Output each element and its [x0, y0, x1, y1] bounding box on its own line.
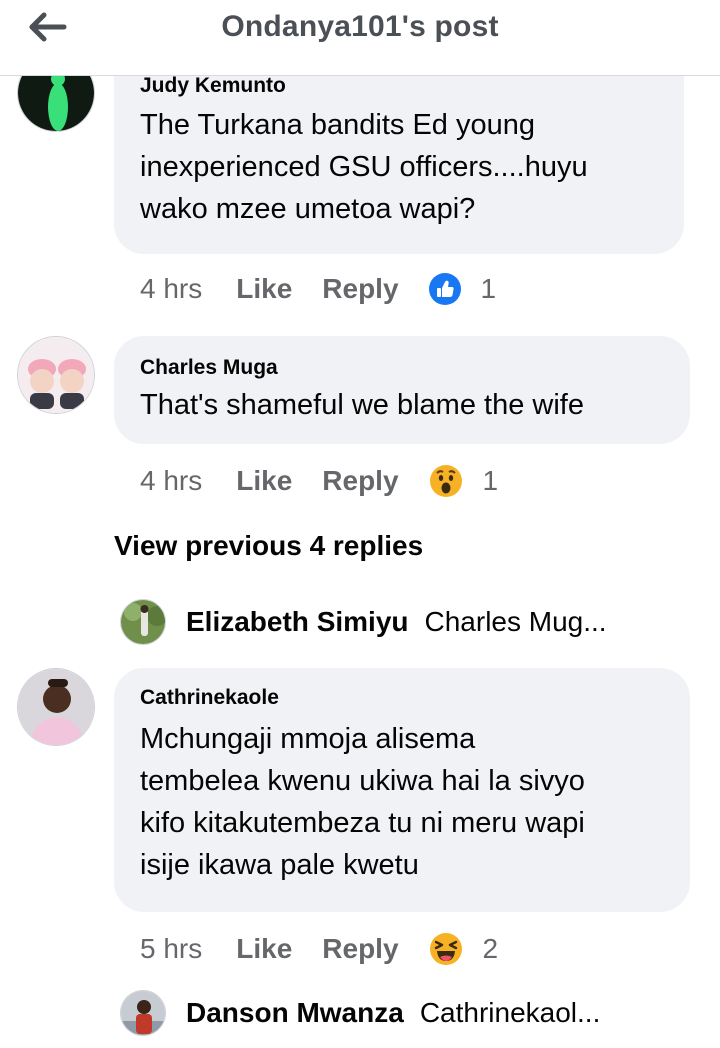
reply-preview-row[interactable]: Danson Mwanza Cathrinekaol...	[120, 989, 600, 1037]
reply-button[interactable]: Reply	[322, 933, 398, 965]
comment-text: That's shameful we blame the wife	[140, 389, 584, 421]
page-title: Ondanya101's post	[221, 10, 499, 43]
comment-time[interactable]: 4 hrs	[140, 273, 202, 305]
wow-icon	[429, 465, 462, 497]
reply-author[interactable]: Danson Mwanza	[186, 997, 404, 1029]
reply-preview-row[interactable]: Elizabeth Simiyu Charles Mug...	[120, 598, 607, 646]
reaction-summary[interactable]	[429, 464, 463, 498]
comment-author[interactable]: Charles Muga	[140, 356, 664, 380]
reaction-summary[interactable]	[429, 932, 463, 966]
reaction-count[interactable]: 1	[483, 465, 499, 497]
comment-text: wako mzee umetoa wapi?	[140, 193, 476, 225]
comment-author[interactable]: Cathrinekaole	[140, 686, 664, 710]
avatar[interactable]	[17, 668, 95, 746]
like-button[interactable]: Like	[236, 933, 292, 965]
comment-actions: 4 hrs Like Reply 1	[140, 269, 496, 309]
avatar[interactable]	[17, 336, 95, 414]
reaction-summary[interactable]	[428, 273, 461, 305]
avatar[interactable]	[120, 599, 166, 645]
top-bar: Ondanya101's post	[0, 0, 720, 76]
comment-actions: 5 hrs Like Reply 2	[140, 929, 498, 969]
like-button[interactable]: Like	[236, 465, 292, 497]
comment-text: kifo kitakutembeza tu ni meru wapi	[140, 807, 585, 839]
comment-actions: 4 hrs Like Reply 1	[140, 461, 498, 501]
comment-time[interactable]: 4 hrs	[140, 465, 202, 497]
reaction-count[interactable]: 2	[483, 933, 499, 965]
comment-text: Mchungaji mmoja alisema	[140, 723, 476, 755]
comment-text: tembelea kwenu ukiwa hai la sivyo	[140, 765, 585, 797]
comment-text: inexperienced GSU officers....huyu	[140, 151, 588, 183]
reply-author[interactable]: Elizabeth Simiyu	[186, 606, 409, 638]
like-icon	[428, 273, 461, 305]
avatar[interactable]	[120, 990, 166, 1036]
reply-button[interactable]: Reply	[322, 273, 398, 305]
reply-preview-text: Cathrinekaol...	[419, 997, 601, 1028]
view-previous-replies[interactable]: View previous 4 replies	[114, 530, 423, 562]
comment-bubble[interactable]: Charles Muga That's shameful we blame th…	[114, 336, 690, 444]
like-button[interactable]: Like	[236, 273, 292, 305]
comment-bubble[interactable]: Cathrinekaole Mchungaji mmoja alisema te…	[114, 668, 690, 912]
reply-button[interactable]: Reply	[322, 465, 398, 497]
comment-time[interactable]: 5 hrs	[140, 933, 202, 965]
comment-author[interactable]: Judy Kemunto	[140, 74, 658, 98]
reaction-count[interactable]: 1	[481, 273, 497, 305]
reply-preview-text: Charles Mug...	[424, 606, 607, 637]
laugh-icon	[429, 933, 462, 965]
comment-text: The Turkana bandits Ed young	[140, 109, 535, 141]
comment-text: isije ikawa pale kwetu	[140, 849, 419, 881]
